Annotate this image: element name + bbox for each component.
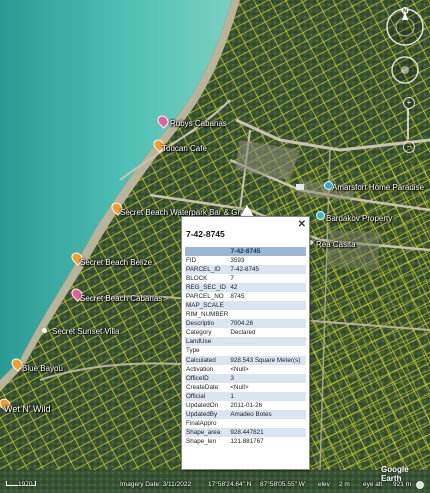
place-pin[interactable]: [42, 328, 47, 333]
attribute-value: 1: [229, 391, 306, 401]
pan-control[interactable]: [389, 54, 421, 86]
attribute-value: 2011-01-26: [230, 401, 263, 409]
attribute-value: 3: [229, 373, 306, 383]
attribute-value: Amadeo Botes: [229, 409, 306, 419]
place-label[interactable]: Wet N' Wild: [4, 404, 51, 414]
attribute-value: 7004.26: [229, 319, 306, 329]
scale-label: 1970: [18, 481, 33, 488]
streaming-indicator: [416, 481, 424, 489]
longitude: 87°58'05.55" W: [260, 481, 305, 488]
table-row: Shape_len 121.881767: [185, 437, 306, 446]
attribute-value: 928.447821: [229, 427, 306, 437]
eye-alt-value: 921 m: [393, 481, 412, 488]
attribute-key: Activation: [186, 365, 214, 373]
table-row: LandUse: [185, 337, 306, 347]
attribute-value: 928.543 Square Meter(s): [229, 355, 306, 365]
attribute-key: UpdatedOn: [186, 401, 219, 409]
attribute-value: [229, 337, 306, 347]
eye-alt-label: eye alt: [363, 481, 383, 488]
place-label[interactable]: Rubys Cabanas: [170, 119, 227, 128]
compass-control[interactable]: N: [384, 6, 426, 48]
latitude: 17°58'24.64" N: [208, 481, 252, 488]
table-row: FinalAppro: [185, 419, 306, 428]
table-row: Descriptio 7004.26: [185, 319, 306, 329]
table-row: UpdatedBy Amadeo Botes: [185, 409, 306, 419]
elevation-label: elev: [318, 481, 330, 488]
place-label[interactable]: Secret Sunset Villa: [52, 327, 119, 336]
table-row: OfficeID 3: [185, 373, 306, 383]
attribute-value: Declared: [230, 329, 256, 337]
table-row: PARCEL_ID 7-42-8745: [185, 265, 306, 275]
place-label[interactable]: Bardakov Property: [326, 214, 392, 223]
attribute-value: 7: [230, 275, 234, 283]
parcel-info-popup: ✕ 7-42-8745 7-42-8745 FID 3593 PARCEL_ID 7-…: [181, 216, 310, 470]
zoom-out-button[interactable]: −: [403, 141, 415, 153]
attribute-key: Type: [186, 347, 200, 355]
imagery-date: Imagery Date: 3/11/2022: [120, 481, 192, 488]
table-row: Calculated 928.543 Square Meter(s): [185, 355, 306, 365]
attribute-key: BLOCK: [186, 275, 208, 283]
attribute-value: [229, 301, 306, 311]
place-label[interactable]: Toucan Cafe: [162, 144, 207, 153]
attribute-key: REG_SEC_ID: [185, 283, 230, 293]
attribute-value: [229, 346, 306, 355]
place-label[interactable]: Secret Beach Cabanas: [80, 294, 162, 303]
attribute-value: [229, 310, 306, 319]
table-header: 7-42-8745: [185, 247, 306, 256]
attribute-key: FinalAppro: [186, 419, 217, 427]
attribute-value: 3593: [230, 257, 245, 265]
attribute-key: Category: [186, 329, 212, 337]
table-row: BLOCK 7: [185, 274, 306, 283]
attribute-key: Descriptio: [185, 319, 230, 329]
attribute-key: UpdatedBy: [185, 409, 230, 419]
table-row: UpdatedOn 2011-01-26: [185, 401, 306, 410]
table-row: REG_SEC_ID 42: [185, 283, 306, 293]
attribute-table: 7-42-8745 FID 3593 PARCEL_ID 7-42-8745 BLOCK…: [185, 247, 306, 446]
attribute-value: 42: [229, 283, 306, 293]
place-label[interactable]: Blue Bayou: [22, 364, 63, 373]
table-row: Official 1: [185, 391, 306, 401]
attribute-key: PARCEL_NO: [186, 293, 224, 301]
table-row: FID 3593: [185, 256, 306, 265]
place-pin[interactable]: [316, 211, 325, 220]
place-label[interactable]: Rea Casita: [316, 240, 356, 249]
table-row: RIM_NUMBER: [185, 310, 306, 319]
attribute-value: 7-42-8745: [229, 265, 306, 275]
table-row: PARCEL_NO 8745: [185, 292, 306, 301]
attribute-key: Calculated: [185, 355, 230, 365]
attribute-value: [229, 419, 306, 428]
table-row: Category Declared: [185, 328, 306, 337]
attribute-key: Official: [185, 391, 230, 401]
attribute-key: Shape_len: [186, 437, 217, 445]
zoom-slider[interactable]: [407, 109, 409, 139]
attribute-key: RIM_NUMBER: [186, 311, 229, 319]
attribute-key: PARCEL_ID: [185, 265, 230, 275]
table-row: CreateDate <Null>: [185, 383, 306, 392]
attribute-key: CreateDate: [186, 383, 219, 391]
table-row: Shape_area 928.447821: [185, 427, 306, 437]
north-label: N: [403, 9, 407, 15]
close-icon[interactable]: ✕: [298, 219, 306, 230]
elevation-value: 2 m: [339, 481, 350, 488]
attribute-key: LandUse: [185, 337, 230, 347]
place-label[interactable]: Amarsfort Home Paradise: [332, 183, 424, 192]
attribute-key: MAP_SCALE: [185, 301, 230, 311]
table-row: MAP_SCALE: [185, 301, 306, 311]
zoom-in-button[interactable]: +: [403, 97, 415, 109]
attribute-key: OfficeID: [185, 373, 230, 383]
attribute-value: <Null>: [230, 365, 249, 373]
place-label[interactable]: Secret Beach Belize: [80, 258, 152, 267]
table-row: Type: [185, 346, 306, 355]
attribute-value: 121.881767: [230, 437, 264, 445]
attribute-value: 8745: [230, 293, 245, 301]
popup-title: 7-42-8745: [186, 229, 225, 239]
attribute-value: <Null>: [230, 383, 249, 391]
attribute-key: FID: [186, 257, 197, 265]
table-row: Activation <Null>: [185, 365, 306, 374]
attribute-key: Shape_area: [185, 427, 230, 437]
